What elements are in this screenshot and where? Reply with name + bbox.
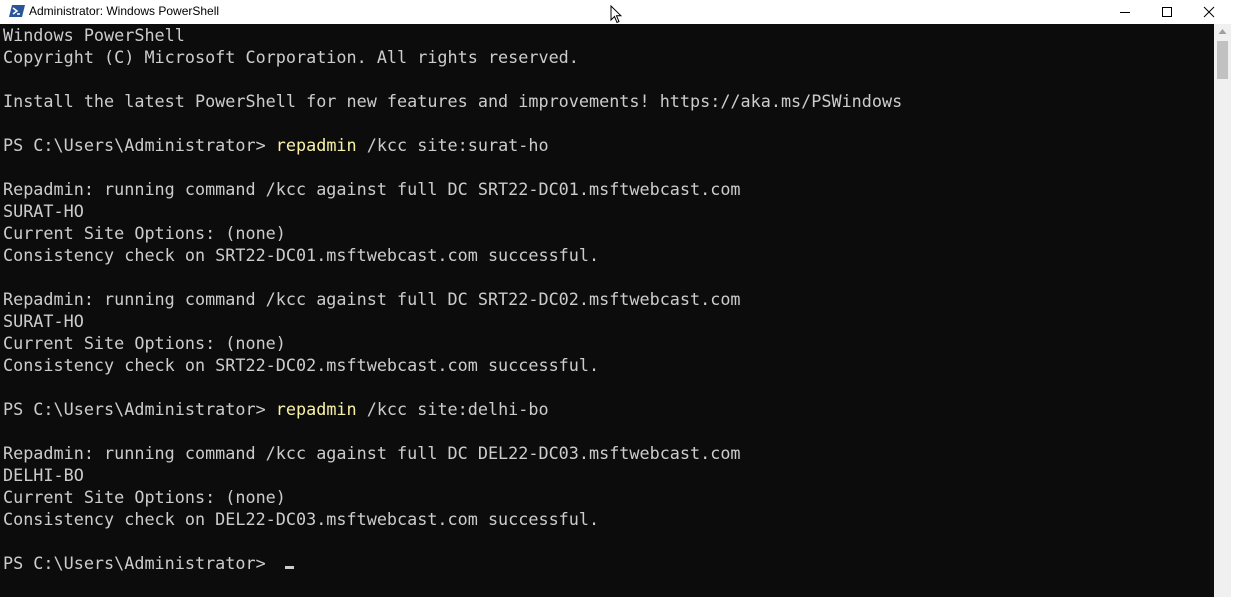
output-line: SURAT-HO <box>3 311 84 331</box>
output-line: Current Site Options: (none) <box>3 333 286 353</box>
command-text: repadmin <box>275 135 357 155</box>
prompt-text: PS C:\Users\Administrator> <box>3 135 276 155</box>
output-line: Install the latest PowerShell for new fe… <box>3 91 903 111</box>
blank-line <box>3 156 902 178</box>
close-icon <box>1203 6 1215 18</box>
blank-line <box>3 266 902 288</box>
blank-line <box>3 420 902 442</box>
maximize-button[interactable] <box>1146 0 1188 24</box>
maximize-icon <box>1162 7 1172 17</box>
output-line: Repadmin: running command /kcc against f… <box>3 289 741 309</box>
output-line: Current Site Options: (none) <box>3 223 286 243</box>
output-line: Copyright (C) Microsoft Corporation. All… <box>3 47 579 67</box>
console-lines: Windows PowerShell Copyright (C) Microsof… <box>3 24 902 574</box>
prompt-text: PS C:\Users\Administrator> <box>3 399 276 419</box>
console-output[interactable]: Windows PowerShell Copyright (C) Microsof… <box>0 24 1214 597</box>
text-cursor[interactable] <box>284 566 294 569</box>
output-line: Repadmin: running command /kcc against f… <box>3 179 741 199</box>
prompt-line: PS C:\Users\Administrator> <box>3 552 902 574</box>
powershell-icon <box>9 3 25 19</box>
output-line: Repadmin: running command /kcc against f… <box>3 443 741 463</box>
output-line: Windows PowerShell <box>3 25 185 45</box>
minimize-button[interactable] <box>1104 0 1146 24</box>
blank-line <box>3 68 902 90</box>
command-args: /kcc site:delhi-bo <box>356 399 549 419</box>
prompt-text: PS C:\Users\Administrator> <box>3 553 276 573</box>
output-line: SURAT-HO <box>3 201 84 221</box>
prompt-line: PS C:\Users\Administrator> repadmin /kcc… <box>3 398 902 420</box>
output-line: Consistency check on SRT22-DC02.msftwebc… <box>3 355 600 375</box>
command-args: /kcc site:surat-ho <box>356 135 549 155</box>
close-button[interactable] <box>1188 0 1230 24</box>
scroll-up-arrow-icon[interactable] <box>1214 24 1231 40</box>
blank-line <box>3 112 902 134</box>
output-line: Consistency check on DEL22-DC03.msftwebc… <box>3 509 600 529</box>
command-text: repadmin <box>275 399 357 419</box>
output-line: Consistency check on SRT22-DC01.msftwebc… <box>3 245 600 265</box>
prompt-line: PS C:\Users\Administrator> repadmin /kcc… <box>3 134 902 156</box>
window-title: Administrator: Windows PowerShell <box>29 4 220 18</box>
blank-line <box>3 376 902 398</box>
minimize-icon <box>1120 12 1130 13</box>
output-line: Current Site Options: (none) <box>3 487 286 507</box>
vertical-scrollbar[interactable] <box>1214 24 1231 597</box>
blank-line <box>3 530 902 552</box>
output-line: DELHI-BO <box>3 465 84 485</box>
title-bar[interactable]: Administrator: Windows PowerShell <box>0 0 1233 24</box>
scrollbar-thumb[interactable] <box>1217 41 1228 79</box>
